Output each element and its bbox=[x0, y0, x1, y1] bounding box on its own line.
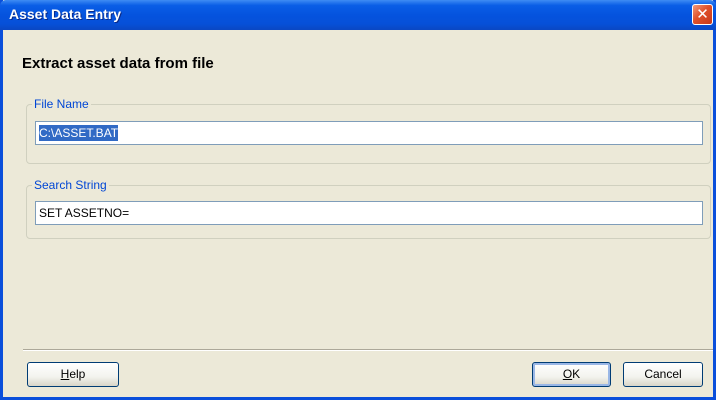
file-name-label: File Name bbox=[32, 97, 91, 111]
search-string-value: SET ASSETNO= bbox=[39, 206, 130, 220]
dialog-heading: Extract asset data from file bbox=[22, 55, 214, 72]
file-name-value: C:\ASSET.BAT bbox=[39, 125, 119, 141]
search-string-input[interactable]: SET ASSETNO= bbox=[35, 201, 703, 225]
window-title: Asset Data Entry bbox=[9, 6, 122, 22]
file-name-group: File Name C:\ASSET.BAT bbox=[26, 97, 711, 164]
help-button[interactable]: Help bbox=[27, 362, 119, 387]
ok-mnemonic: O bbox=[562, 367, 573, 381]
file-name-input[interactable]: C:\ASSET.BAT bbox=[35, 121, 703, 145]
dialog-window: Asset Data Entry ✕ Extract asset data fr… bbox=[0, 0, 716, 400]
ok-label: K bbox=[572, 367, 581, 381]
cancel-button[interactable]: Cancel bbox=[623, 362, 703, 387]
button-separator bbox=[23, 349, 713, 351]
help-label: elp bbox=[69, 367, 86, 381]
ok-button[interactable]: OK bbox=[532, 362, 611, 387]
search-string-group: Search String SET ASSETNO= bbox=[26, 178, 711, 239]
close-icon[interactable]: ✕ bbox=[692, 4, 713, 25]
search-string-label: Search String bbox=[32, 178, 109, 192]
title-bar[interactable]: Asset Data Entry ✕ bbox=[0, 0, 716, 30]
